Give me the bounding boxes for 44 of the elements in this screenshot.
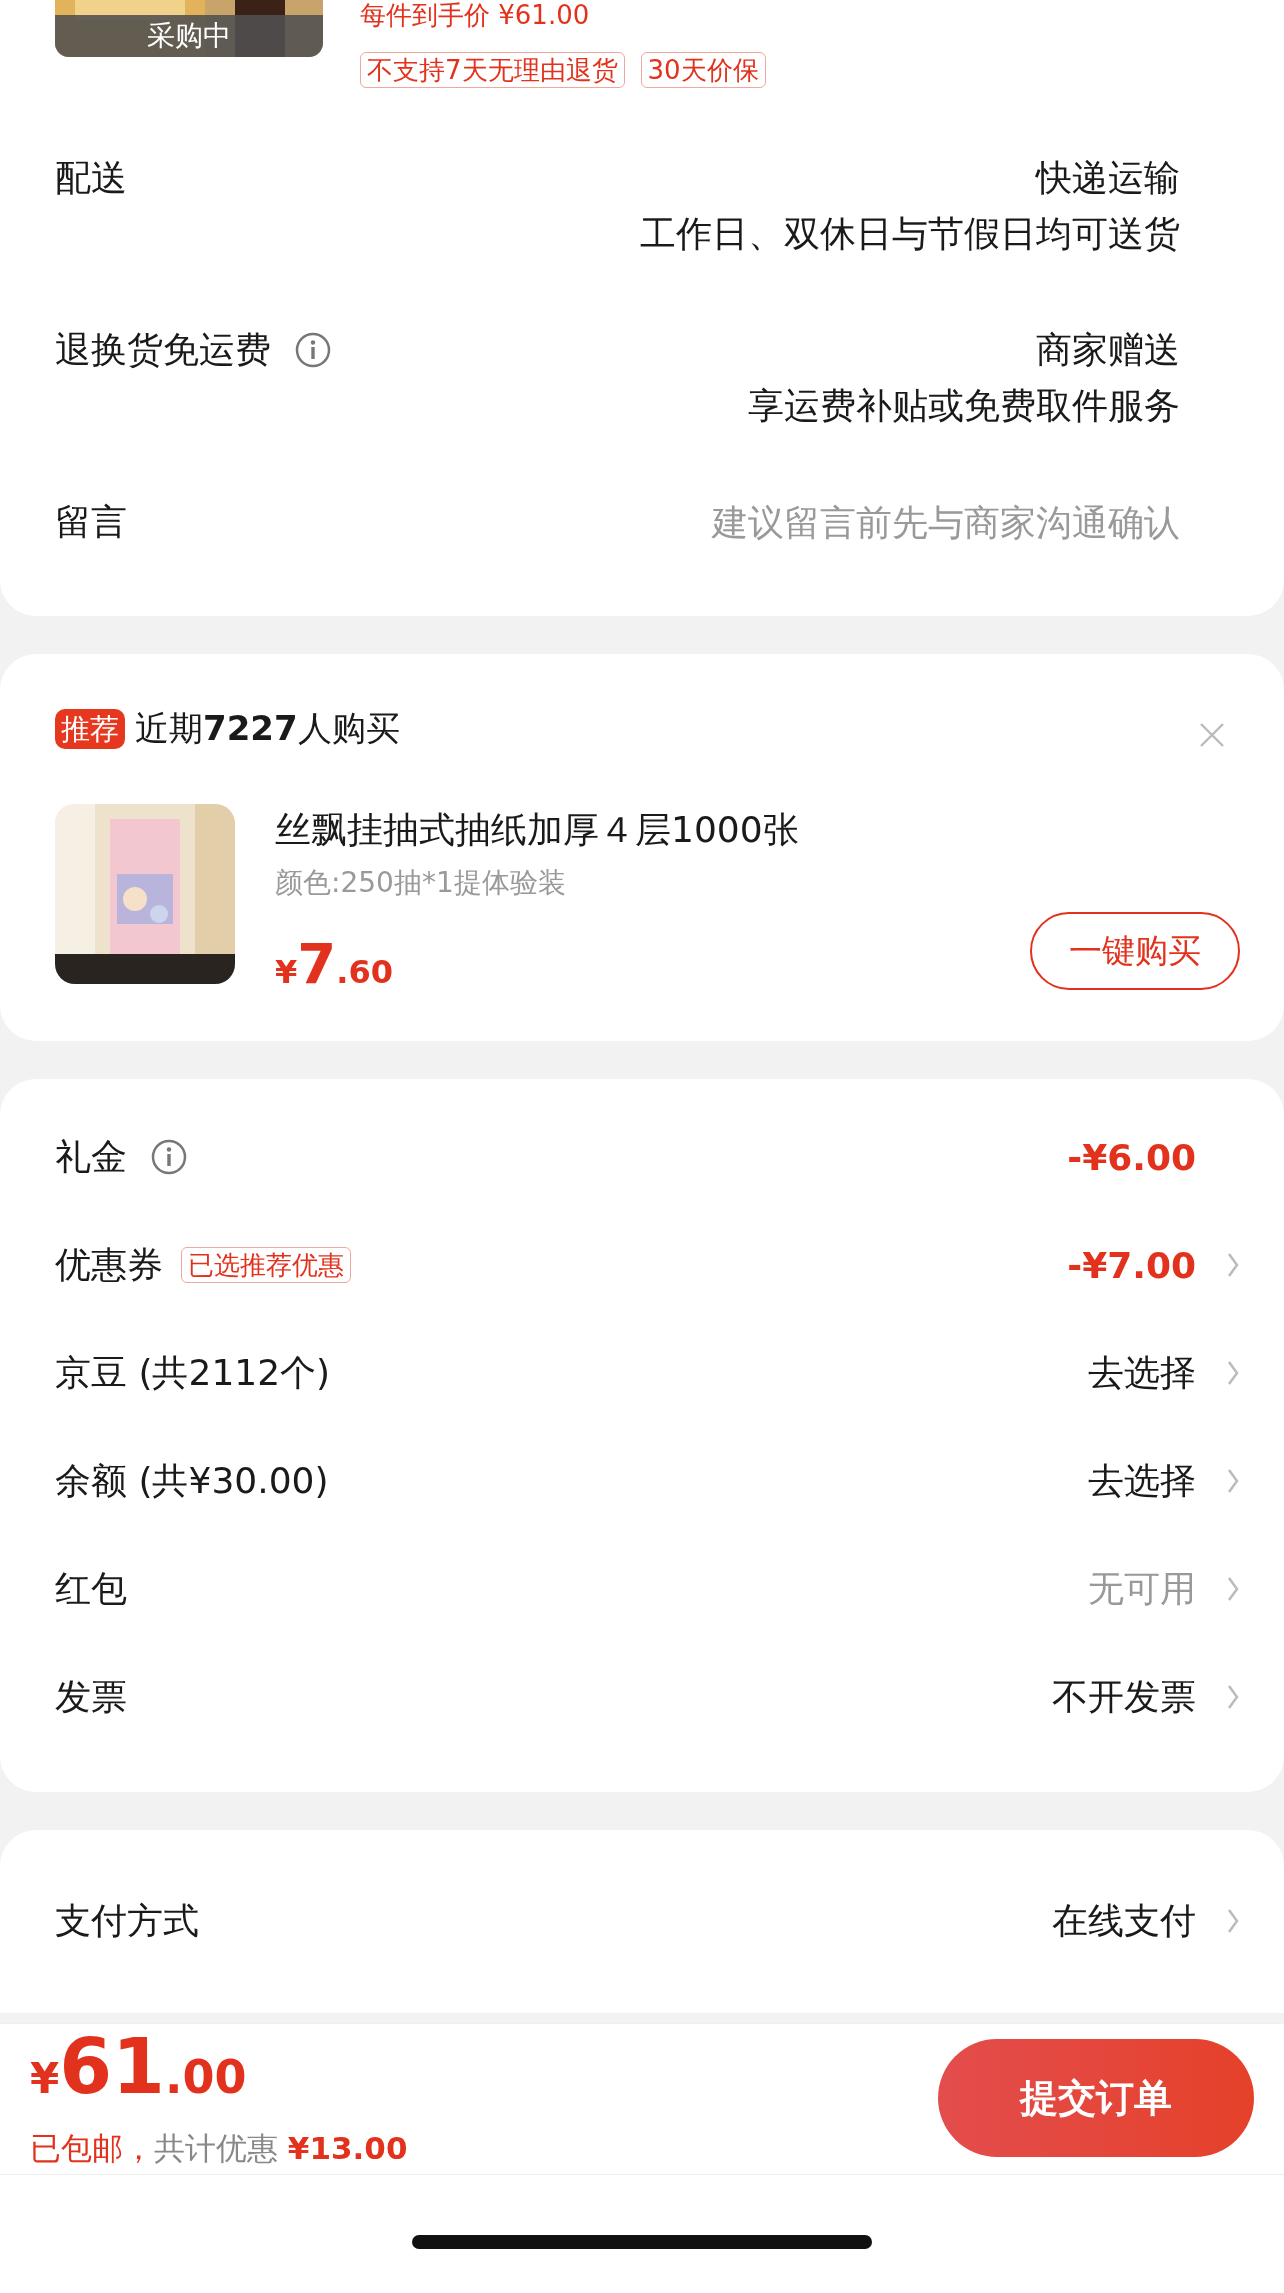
status-label: 采购中 — [55, 15, 323, 57]
row-label: 红包 — [55, 1567, 127, 1611]
row-value[interactable]: 去选择 — [1088, 1456, 1196, 1506]
row-value: 商家赠送 — [1036, 328, 1180, 372]
chevron-icon[interactable] — [1226, 1467, 1240, 1495]
row-label: 京豆 (共2112个) — [55, 1351, 331, 1395]
total-price: ¥61.00 — [30, 2026, 248, 2113]
chevron-icon[interactable] — [1226, 1907, 1240, 1935]
recommend-badge: 推荐 — [55, 709, 125, 749]
service-tag: 30天价保 — [640, 52, 766, 88]
product-price: ¥7.60 — [275, 931, 393, 996]
service-tag: 不支持7天无理由退货 — [360, 52, 625, 88]
purchase-count-text: 近期7227人购买 — [135, 707, 400, 750]
row-value[interactable]: 不开发票 — [1052, 1672, 1196, 1722]
row-label: 礼金 — [55, 1135, 127, 1179]
message-field[interactable]: 建议留言前先与商家沟通确认 — [580, 494, 1180, 550]
price-text: 每件到手价 ¥61.00 — [360, 0, 591, 30]
row-value[interactable]: -¥7.00 — [1067, 1244, 1196, 1286]
savings-text: 已包邮，共计优惠 ¥13.00 — [30, 2128, 408, 2168]
chevron-icon[interactable] — [1226, 1683, 1240, 1711]
row-label: 配送 — [55, 156, 127, 200]
row-label: 留言 — [55, 500, 127, 544]
coupon-tag: 已选推荐优惠 — [181, 1247, 351, 1283]
row-label: 退换货免运费 — [55, 328, 271, 372]
chevron-icon[interactable] — [1226, 1575, 1240, 1603]
info-icon[interactable] — [295, 332, 331, 368]
row-value: -¥6.00 — [1067, 1136, 1196, 1178]
row-value[interactable]: 在线支付 — [1052, 1896, 1196, 1946]
row-label: 优惠券 — [55, 1243, 163, 1287]
chevron-icon[interactable] — [1226, 1251, 1240, 1279]
product-title: 丝飘挂抽式抽纸加厚４层1000张 — [275, 808, 800, 852]
row-label: 余额 (共¥30.00) — [55, 1459, 329, 1503]
info-icon[interactable] — [151, 1139, 187, 1175]
row-value: 享运费补贴或免费取件服务 — [748, 384, 1180, 428]
row-value: 工作日、双休日与节假日均可送货 — [640, 212, 1180, 256]
row-value[interactable]: 去选择 — [1088, 1348, 1196, 1398]
close-icon[interactable] — [1199, 722, 1225, 748]
row-label: 发票 — [55, 1675, 127, 1719]
product-spec: 颜色:250抽*1提体验装 — [275, 865, 567, 901]
submit-order-button[interactable]: 提交订单 — [938, 2039, 1254, 2157]
row-label: 支付方式 — [55, 1899, 199, 1943]
row-value: 快递运输 — [1036, 156, 1180, 200]
chevron-icon[interactable] — [1226, 1359, 1240, 1387]
buy-now-button[interactable]: 一键购买 — [1030, 912, 1240, 990]
